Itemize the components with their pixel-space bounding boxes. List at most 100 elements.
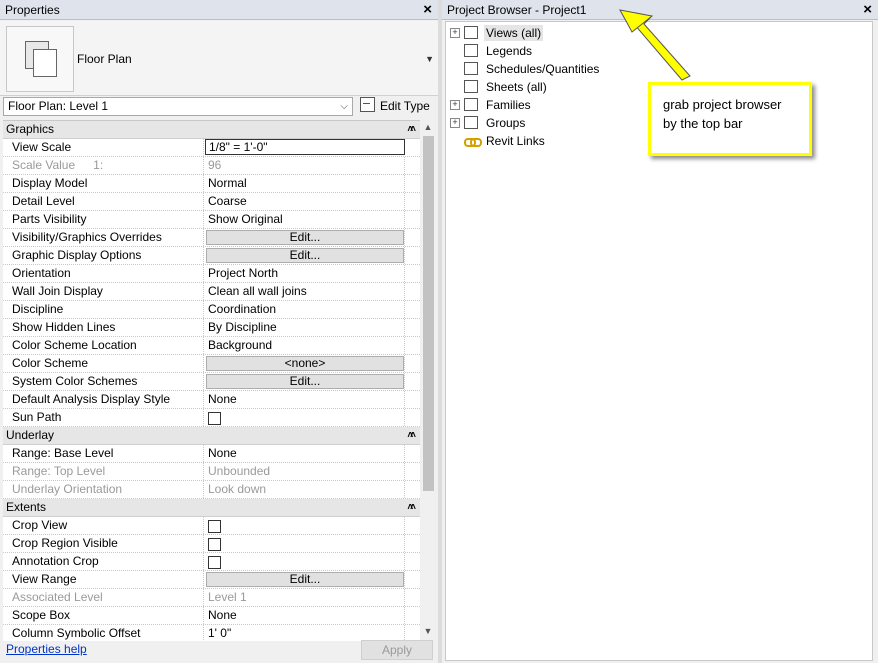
- property-edit-button[interactable]: Edit...: [206, 374, 404, 389]
- property-row: Display Model Normal: [3, 175, 420, 193]
- properties-help-link[interactable]: Properties help: [6, 642, 87, 656]
- scroll-down-icon[interactable]: ▼: [421, 624, 435, 638]
- instance-filter-select[interactable]: Floor Plan: Level 1 ⌵: [3, 97, 353, 116]
- tree-node[interactable]: Legends: [450, 43, 750, 59]
- properties-palette: Properties × Floor Plan ▼ Floor Plan: Le…: [0, 0, 438, 663]
- property-value[interactable]: Coordination: [205, 301, 405, 318]
- property-row: Show Hidden Lines By Discipline: [3, 319, 420, 337]
- property-value[interactable]: None: [205, 445, 405, 462]
- property-label: System Color Schemes: [3, 373, 204, 390]
- property-value[interactable]: <none>: [205, 355, 405, 372]
- property-label: Range: Top Level: [3, 463, 204, 480]
- property-row: Visibility/Graphics Overrides Edit...: [3, 229, 420, 247]
- property-value[interactable]: Edit...: [205, 247, 405, 264]
- properties-title-bar[interactable]: Properties ×: [0, 0, 438, 20]
- property-value[interactable]: [205, 517, 405, 534]
- scroll-up-icon[interactable]: ▲: [421, 120, 435, 134]
- expand-icon[interactable]: +: [450, 28, 460, 38]
- type-dropdown-arrow-icon[interactable]: ▼: [425, 54, 434, 64]
- property-row: Wall Join Display Clean all wall joins: [3, 283, 420, 301]
- properties-close-icon[interactable]: ×: [423, 0, 432, 19]
- property-label-text: Scope Box: [12, 608, 71, 622]
- property-value[interactable]: Normal: [205, 175, 405, 192]
- property-label: Visibility/Graphics Overrides: [3, 229, 204, 246]
- property-edit-button[interactable]: <none>: [206, 356, 404, 371]
- property-row: Graphic Display Options Edit...: [3, 247, 420, 265]
- property-label: Crop Region Visible: [3, 535, 204, 552]
- property-value[interactable]: Coarse: [205, 193, 405, 210]
- project-browser-title-bar[interactable]: Project Browser - Project1 ×: [442, 0, 878, 20]
- scroll-thumb[interactable]: [423, 136, 434, 491]
- property-value-text: None: [208, 608, 237, 622]
- collapse-icon[interactable]: ˄˄: [407, 121, 416, 138]
- property-label: Crop View: [3, 517, 204, 534]
- property-value[interactable]: Edit...: [205, 229, 405, 246]
- project-browser-close-icon[interactable]: ×: [863, 0, 872, 19]
- property-label: Default Analysis Display Style: [3, 391, 204, 408]
- property-edit-button[interactable]: Edit...: [206, 572, 404, 587]
- expand-icon[interactable]: +: [450, 118, 460, 128]
- property-label-text: Orientation: [12, 266, 71, 280]
- property-label-text: Range: Top Level: [12, 464, 106, 478]
- edit-type-button[interactable]: Edit Type: [360, 97, 430, 116]
- property-value[interactable]: None: [205, 607, 405, 624]
- property-value[interactable]: By Discipline: [205, 319, 405, 336]
- property-checkbox[interactable]: [208, 412, 221, 425]
- property-checkbox[interactable]: [208, 538, 221, 551]
- section-header-graphics[interactable]: Graphics ˄˄: [3, 121, 420, 139]
- legends-icon: [464, 44, 478, 57]
- property-label-text: Wall Join Display: [12, 284, 103, 298]
- property-value[interactable]: None: [205, 391, 405, 408]
- apply-button[interactable]: Apply: [361, 640, 433, 660]
- property-label-text: Default Analysis Display Style: [12, 392, 171, 406]
- section-header-extents[interactable]: Extents ˄˄: [3, 499, 420, 517]
- property-row: Crop Region Visible: [3, 535, 420, 553]
- property-label-text: System Color Schemes: [12, 374, 138, 388]
- schedules-icon: [464, 62, 478, 75]
- property-value[interactable]: Background: [205, 337, 405, 354]
- property-label: Display Model: [3, 175, 204, 192]
- property-row: Color Scheme <none>: [3, 355, 420, 373]
- property-checkbox[interactable]: [208, 520, 221, 533]
- property-label: Scope Box: [3, 607, 204, 624]
- property-edit-button[interactable]: Edit...: [206, 230, 404, 245]
- tree-node[interactable]: + Views (all): [450, 25, 750, 41]
- properties-scrollbar[interactable]: ▲ ▼: [421, 120, 435, 638]
- property-edit-button[interactable]: Edit...: [206, 248, 404, 263]
- type-selector[interactable]: Floor Plan ▼: [0, 21, 438, 96]
- links-icon: [464, 134, 482, 147]
- tree-node-label: Legends: [486, 44, 533, 58]
- property-value[interactable]: 1/8" = 1'-0": [205, 139, 405, 155]
- annotation-text: grab project browser by the top bar: [663, 97, 782, 131]
- tree-node-label: Revit Links: [486, 134, 545, 148]
- property-value[interactable]: [205, 409, 405, 426]
- property-value[interactable]: Show Original: [205, 211, 405, 228]
- property-row: Sun Path: [3, 409, 420, 427]
- property-value[interactable]: [205, 535, 405, 552]
- property-row: View Scale 1/8" = 1'-0": [3, 139, 420, 157]
- property-label: View Range: [3, 571, 204, 588]
- property-checkbox[interactable]: [208, 556, 221, 569]
- property-label-text: Scale Value: [12, 158, 76, 172]
- property-value[interactable]: Clean all wall joins: [205, 283, 405, 300]
- section-header-underlay[interactable]: Underlay ˄˄: [3, 427, 420, 445]
- property-value[interactable]: 1' 0": [205, 625, 405, 641]
- property-value-text: None: [208, 446, 237, 460]
- property-row: Range: Base Level None: [3, 445, 420, 463]
- property-value: Unbounded: [205, 463, 405, 480]
- floor-plan-type-icon: [6, 26, 74, 92]
- collapse-icon[interactable]: ˄˄: [407, 427, 416, 444]
- property-row: Underlay Orientation Look down: [3, 481, 420, 499]
- property-label-text: Graphic Display Options: [12, 248, 142, 262]
- collapse-icon[interactable]: ˄˄: [407, 499, 416, 516]
- property-label-text: Display Model: [12, 176, 88, 190]
- expand-icon[interactable]: +: [450, 100, 460, 110]
- annotation-callout: grab project browser by the top bar: [648, 82, 812, 156]
- property-value-text: Normal: [208, 176, 247, 190]
- property-label-text: Crop View: [12, 518, 68, 532]
- property-value[interactable]: Edit...: [205, 571, 405, 588]
- tree-node[interactable]: Schedules/Quantities: [450, 61, 750, 77]
- property-value[interactable]: Project North: [205, 265, 405, 282]
- property-value[interactable]: Edit...: [205, 373, 405, 390]
- property-value[interactable]: [205, 553, 405, 570]
